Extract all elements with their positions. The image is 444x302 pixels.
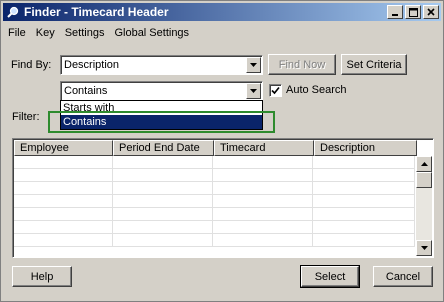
chevron-up-icon <box>420 162 428 166</box>
grid-header: Employee Period End Date Timecard Descri… <box>14 140 417 156</box>
column-period-end-date[interactable]: Period End Date <box>113 140 214 156</box>
maximize-button[interactable] <box>405 5 421 19</box>
column-timecard[interactable]: Timecard <box>214 140 314 156</box>
close-icon <box>427 8 435 16</box>
scroll-down-button[interactable] <box>416 240 432 256</box>
table-row[interactable] <box>14 208 415 221</box>
window-title: Finder - Timecard Header <box>24 5 169 19</box>
match-mode-value: Contains <box>64 85 108 97</box>
set-criteria-button[interactable]: Set Criteria <box>341 54 407 75</box>
checkmark-icon <box>271 86 280 95</box>
table-row[interactable] <box>14 221 415 234</box>
menu-global-settings[interactable]: Global Settings <box>109 27 194 39</box>
table-row[interactable] <box>14 156 415 169</box>
find-by-label: Find By: <box>11 59 52 71</box>
find-by-select[interactable]: Description <box>60 55 263 75</box>
table-row[interactable] <box>14 169 415 182</box>
auto-search-checkbox[interactable] <box>269 84 282 97</box>
column-description[interactable]: Description <box>314 140 417 156</box>
magnifier-icon <box>6 5 20 19</box>
chevron-down-icon <box>420 246 428 250</box>
help-button[interactable]: Help <box>12 266 72 287</box>
column-employee[interactable]: Employee <box>14 140 113 156</box>
results-grid[interactable]: Employee Period End Date Timecard Descri… <box>12 138 434 258</box>
grid-body <box>14 156 415 256</box>
menu-file[interactable]: File <box>3 27 31 39</box>
auto-search-label: Auto Search <box>286 84 347 96</box>
find-by-value: Description <box>64 59 120 71</box>
chevron-down-icon[interactable] <box>246 83 261 99</box>
close-button[interactable] <box>423 5 439 19</box>
menu-settings[interactable]: Settings <box>60 27 110 39</box>
find-now-button[interactable]: Find Now <box>268 54 336 75</box>
filter-label: Filter: <box>12 111 40 123</box>
vertical-scrollbar[interactable] <box>416 156 432 256</box>
cancel-button[interactable]: Cancel <box>373 266 433 287</box>
select-button[interactable]: Select <box>300 265 360 288</box>
minimize-button[interactable] <box>387 5 403 19</box>
chevron-down-icon[interactable] <box>246 57 261 73</box>
table-row[interactable] <box>14 182 415 195</box>
menu-key[interactable]: Key <box>31 27 60 39</box>
highlight-annotation <box>48 111 275 133</box>
maximize-icon <box>408 7 418 17</box>
match-mode-select[interactable]: Contains <box>60 81 263 101</box>
scroll-thumb[interactable] <box>416 172 432 188</box>
finder-window: Finder - Timecard Header File Key Settin… <box>0 0 444 302</box>
title-bar[interactable]: Finder - Timecard Header <box>3 3 441 21</box>
minimize-icon <box>392 14 398 16</box>
table-row[interactable] <box>14 195 415 208</box>
menu-bar: File Key Settings Global Settings <box>3 23 194 43</box>
table-row[interactable] <box>14 234 415 247</box>
scroll-up-button[interactable] <box>416 156 432 172</box>
